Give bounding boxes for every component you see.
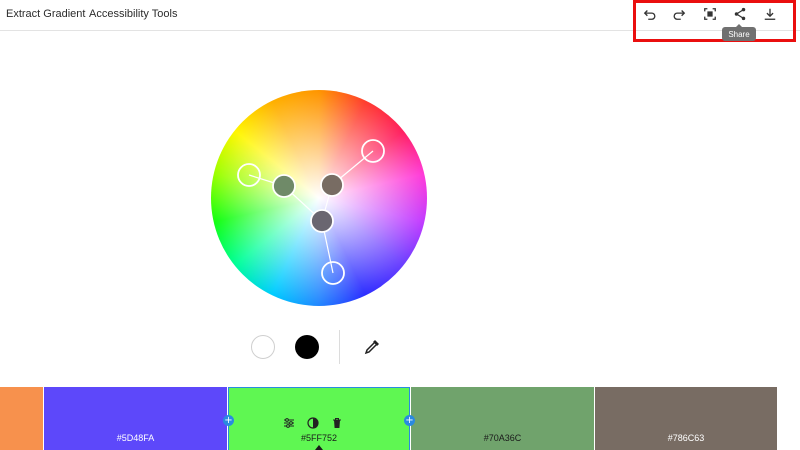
redo-icon	[673, 10, 686, 20]
undo-button[interactable]	[639, 5, 661, 23]
undo-icon	[643, 10, 656, 20]
download-icon	[764, 8, 776, 20]
fullscreen-button[interactable]	[699, 5, 721, 23]
palette-swatch[interactable]: #70A36C	[411, 387, 594, 450]
palette-swatch[interactable]: #5D48FA	[44, 387, 227, 450]
share-tooltip: Share	[722, 24, 756, 41]
white-swatch-button[interactable]	[251, 335, 275, 359]
color-wheel-handles	[237, 139, 385, 285]
selected-caret-icon	[315, 445, 323, 450]
black-swatch-button[interactable]	[295, 335, 319, 359]
palette-swatch[interactable]	[0, 387, 43, 450]
redo-button[interactable]	[668, 5, 690, 23]
contrast-icon	[307, 417, 319, 429]
swatch-hex-label: #5FF752	[300, 433, 338, 443]
palette-swatch-selected[interactable]: #5FF752	[228, 387, 410, 450]
swatch-hex-label: #70A36C	[483, 433, 522, 443]
color-handle[interactable]	[272, 174, 296, 198]
share-button[interactable]	[729, 5, 751, 23]
add-swatch-button[interactable]: +	[223, 415, 234, 426]
adjust-icon	[284, 418, 294, 428]
delete-button[interactable]	[329, 416, 345, 430]
nav-extract-gradient[interactable]: Extract Gradient	[6, 8, 85, 20]
trash-icon	[333, 418, 341, 428]
eyedropper-button[interactable]	[362, 337, 382, 357]
divider	[339, 330, 340, 364]
nav-accessibility-tools[interactable]: Accessibility Tools	[89, 8, 177, 20]
contrast-button[interactable]	[305, 416, 321, 430]
swatch-tools	[281, 416, 345, 430]
download-button[interactable]	[759, 5, 781, 23]
palette-swatch[interactable]: #786C63	[595, 387, 777, 450]
swatch-hex-label: #5D48FA	[116, 433, 155, 443]
adjust-button[interactable]	[281, 416, 297, 430]
share-icon	[734, 7, 746, 21]
color-wheel[interactable]	[211, 90, 427, 306]
fullscreen-icon	[704, 8, 716, 20]
swatch-hex-label: #786C63	[667, 433, 705, 443]
color-handle-base[interactable]	[320, 173, 344, 197]
add-swatch-button[interactable]: +	[404, 415, 415, 426]
eyedropper-icon	[364, 340, 379, 355]
color-handle[interactable]	[310, 209, 334, 233]
palette-strip: #5D48FA #5FF752 #70A36C #786C63 + +	[0, 387, 800, 450]
